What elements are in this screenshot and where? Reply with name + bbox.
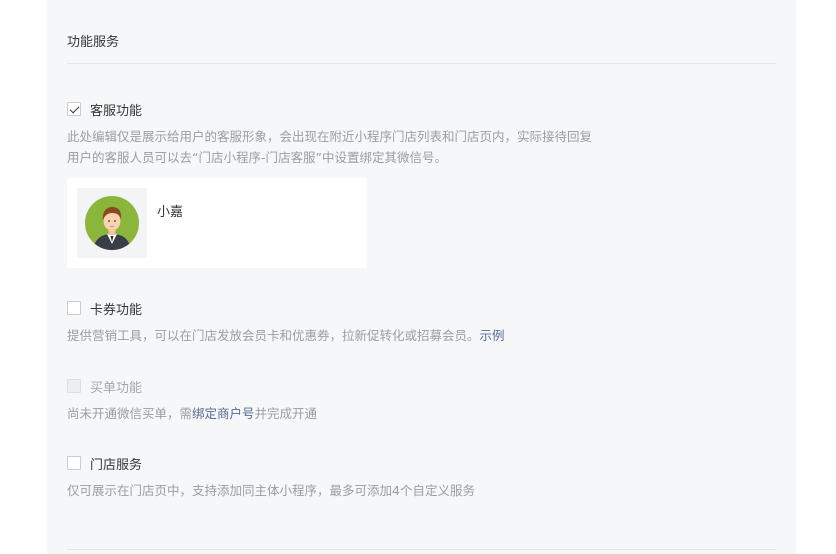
checkout-desc-prefix: 尚未开通微信买单，需: [67, 406, 193, 421]
coupon-description: 提供营销工具，可以在门店发放会员卡和优惠券，拉新促转化或招募会员。示例: [67, 325, 505, 346]
coupon-checkbox[interactable]: [67, 301, 81, 315]
person-avatar-icon: [85, 196, 139, 250]
feature-checkout-header: 买单功能: [67, 377, 317, 396]
coupon-desc-text: 提供营销工具，可以在门店发放会员卡和优惠券，拉新促转化或招募会员。: [67, 328, 480, 343]
customer-service-checkbox[interactable]: [67, 102, 81, 116]
coupon-label[interactable]: 卡券功能: [90, 299, 142, 318]
settings-panel: 功能服务 客服功能 此处编辑仅是展示给用户的客服形象，会出现在附近小程序门店列表…: [47, 0, 796, 554]
store-service-label[interactable]: 门店服务: [90, 454, 142, 473]
customer-service-description: 此处编辑仅是展示给用户的客服形象，会出现在附近小程序门店列表和门店页内，实际接待…: [67, 126, 592, 168]
agent-name: 小嘉: [157, 205, 184, 220]
customer-service-label[interactable]: 客服功能: [90, 100, 142, 119]
agent-card: 小嘉: [67, 178, 367, 268]
feature-coupon: 卡券功能 提供营销工具，可以在门店发放会员卡和优惠券，拉新促转化或招募会员。示例: [67, 299, 505, 346]
feature-coupon-header[interactable]: 卡券功能: [67, 299, 505, 318]
checkout-checkbox: [67, 379, 81, 393]
customer-service-desc-line2: 用户的客服人员可以去“门店小程序-门店客服”中设置绑定其微信号。: [67, 150, 447, 165]
bind-merchant-link[interactable]: 绑定商户号: [192, 406, 255, 421]
feature-store-service-header[interactable]: 门店服务: [67, 454, 475, 473]
checkout-desc-suffix: 并完成开通: [254, 406, 318, 421]
coupon-example-link[interactable]: 示例: [480, 328, 505, 343]
feature-customer-service: 客服功能 此处编辑仅是展示给用户的客服形象，会出现在附近小程序门店列表和门店页内…: [67, 100, 592, 168]
feature-store-service: 门店服务 仅可展示在门店页中，支持添加同主体小程序，最多可添加4个自定义服务: [67, 454, 475, 501]
checkout-label: 买单功能: [90, 380, 143, 396]
customer-service-desc-line1: 此处编辑仅是展示给用户的客服形象，会出现在附近小程序门店列表和门店页内，实际接待…: [67, 129, 593, 144]
title-divider: [67, 63, 776, 64]
avatar[interactable]: [77, 188, 147, 258]
bottom-divider: [67, 549, 776, 550]
feature-checkout: 买单功能 尚未开通微信买单，需绑定商户号并完成开通: [67, 377, 317, 424]
store-service-checkbox[interactable]: [67, 456, 81, 470]
section-title: 功能服务: [67, 35, 120, 50]
feature-customer-service-header[interactable]: 客服功能: [67, 100, 592, 119]
store-service-description: 仅可展示在门店页中，支持添加同主体小程序，最多可添加4个自定义服务: [67, 483, 475, 498]
checkout-description: 尚未开通微信买单，需绑定商户号并完成开通: [67, 403, 317, 424]
